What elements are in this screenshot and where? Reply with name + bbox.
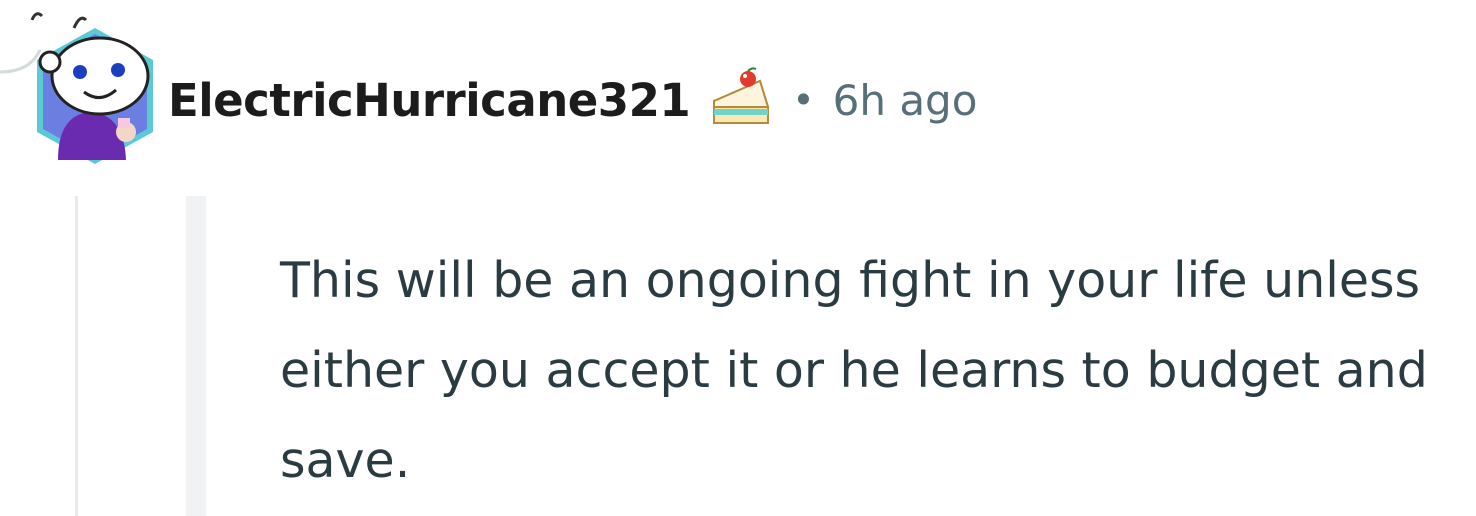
comment-timestamp[interactable]: 6h ago bbox=[833, 76, 978, 125]
thread-rail-collapse[interactable] bbox=[186, 196, 206, 516]
comment-body-text: This will be an ongoing fight in your li… bbox=[280, 252, 1428, 489]
username-link[interactable]: ElectricHurricane321 bbox=[168, 74, 691, 127]
user-avatar[interactable] bbox=[28, 10, 163, 170]
cake-day-icon bbox=[708, 67, 774, 133]
separator-dot: • bbox=[792, 78, 815, 122]
snoo-avatar-icon bbox=[30, 12, 153, 164]
comment-header: ElectricHurricane321 • 6h ago bbox=[168, 62, 977, 138]
thread-rail-parent[interactable] bbox=[75, 196, 78, 516]
